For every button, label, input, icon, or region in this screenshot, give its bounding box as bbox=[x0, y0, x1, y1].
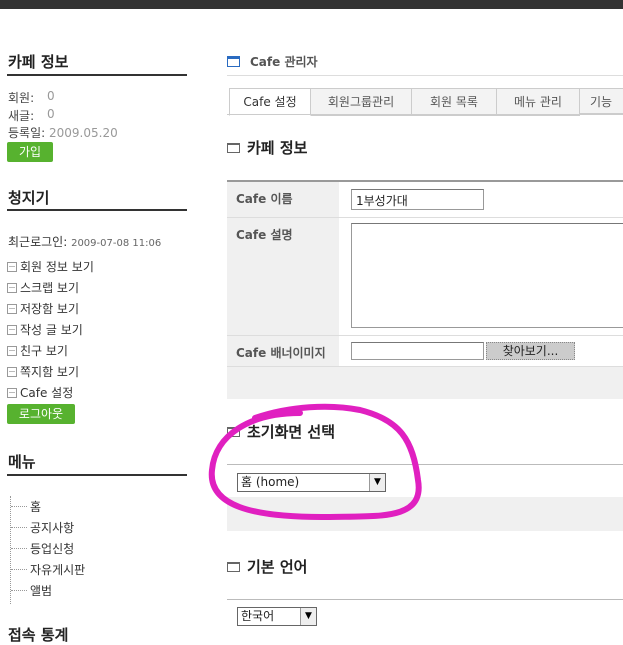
annotation-circle-icon bbox=[208, 403, 422, 521]
